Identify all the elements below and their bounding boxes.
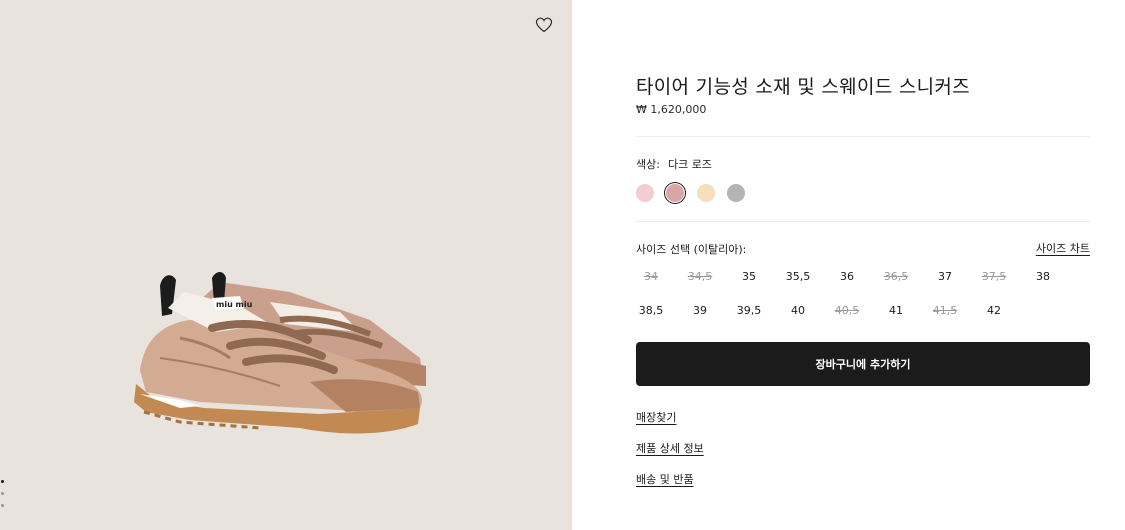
product-details-panel: 타이어 기능성 소재 및 스웨이드 스니커즈 ₩ 1,620,000 색상: 다크… [636, 0, 1090, 530]
size-option-39[interactable]: 39 [685, 300, 715, 322]
size-select-label: 사이즈 선택 (이탈리아): [636, 243, 747, 256]
color-swatch-dark-rose[interactable] [666, 184, 684, 202]
product-image: miu miu [134, 272, 426, 434]
size-option-35[interactable]: 35 [734, 266, 764, 288]
size-option-39-5[interactable]: 39,5 [734, 300, 764, 322]
product-details-link[interactable]: 제품 상세 정보 [636, 440, 704, 456]
size-option-35-5[interactable]: 35,5 [783, 266, 813, 288]
gallery-dot[interactable] [1, 492, 4, 495]
product-title: 타이어 기능성 소재 및 스웨이드 스니커즈 [636, 76, 970, 98]
size-option-38[interactable]: 38 [1028, 266, 1058, 288]
color-swatch-cream[interactable] [697, 184, 715, 202]
size-option-40[interactable]: 40 [783, 300, 813, 322]
gallery-dot[interactable] [1, 504, 4, 507]
size-chart-link[interactable]: 사이즈 차트 [1036, 240, 1090, 256]
size-option-38-5[interactable]: 38,5 [636, 300, 666, 322]
size-option-42[interactable]: 42 [979, 300, 1009, 322]
size-option-37[interactable]: 37 [930, 266, 960, 288]
color-label: 색상: [636, 158, 660, 171]
color-swatch-grey[interactable] [727, 184, 745, 202]
heart-icon[interactable] [534, 15, 554, 35]
size-option-34-5[interactable]: 34,5 [685, 266, 715, 288]
size-option-34[interactable]: 34 [636, 266, 666, 288]
gallery-dot[interactable] [1, 480, 4, 483]
color-label-row: 색상: 다크 로즈 [636, 156, 712, 172]
size-option-41[interactable]: 41 [881, 300, 911, 322]
color-swatch-light-pink[interactable] [636, 184, 654, 202]
size-option-36[interactable]: 36 [832, 266, 862, 288]
size-option-41-5[interactable]: 41,5 [930, 300, 960, 322]
size-option-36-5[interactable]: 36,5 [881, 266, 911, 288]
shipping-returns-link[interactable]: 배송 및 반품 [636, 471, 694, 487]
product-gallery: miu miu [0, 0, 572, 530]
size-option-37-5[interactable]: 37,5 [979, 266, 1009, 288]
divider [636, 221, 1090, 222]
divider [636, 136, 1090, 137]
store-finder-link[interactable]: 매장찾기 [636, 409, 676, 425]
add-to-cart-button[interactable]: 장바구니에 추가하기 [636, 342, 1090, 386]
size-option-40-5[interactable]: 40,5 [832, 300, 862, 322]
product-price: ₩ 1,620,000 [636, 103, 707, 116]
color-selected-name: 다크 로즈 [667, 158, 712, 171]
gallery-pagination [0, 480, 6, 520]
shoe-brand-tag: miu miu [216, 300, 253, 309]
